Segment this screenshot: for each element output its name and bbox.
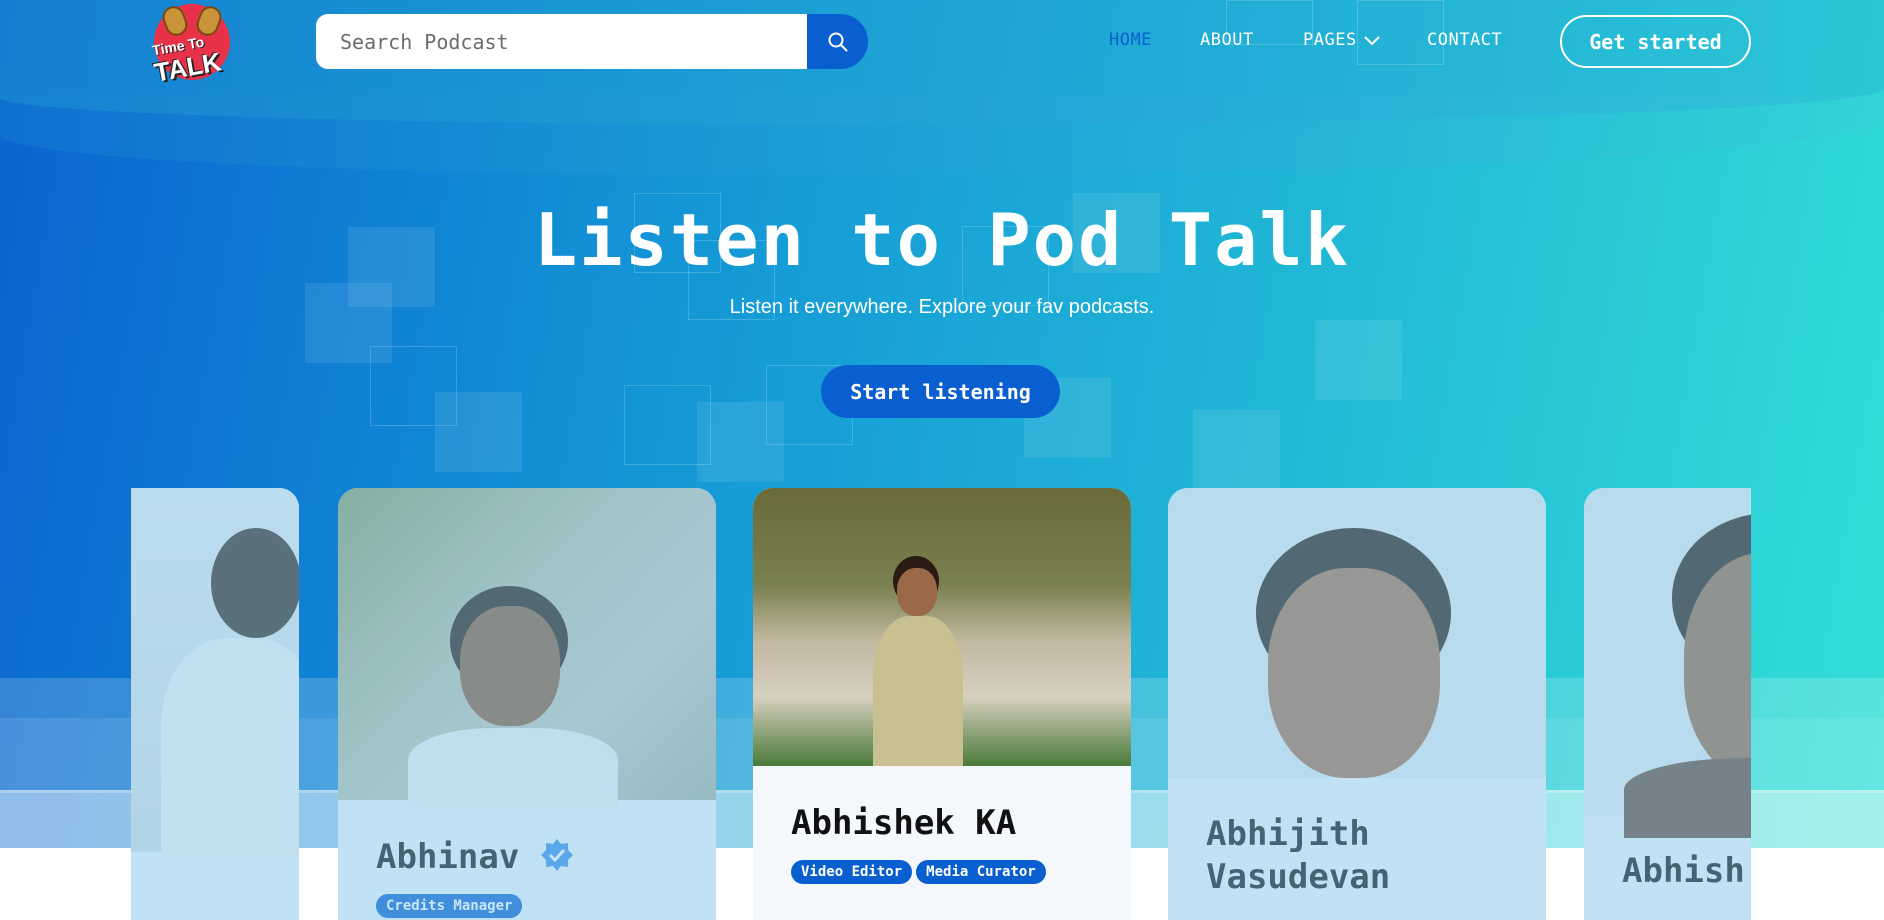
team-card[interactable]: Abhish xyxy=(1584,488,1751,920)
search-icon xyxy=(828,32,847,51)
hero-subtitle: Listen it everywhere. Explore your fav p… xyxy=(729,296,1155,318)
decor-square xyxy=(1315,320,1402,400)
nav-home[interactable]: HOME xyxy=(1109,30,1152,50)
site-header: Time To TALK HOME ABOUT PAGES CONTACT Ge… xyxy=(0,0,1884,88)
member-tag: Video Editor xyxy=(791,860,913,884)
photo-figure xyxy=(897,568,937,616)
nav-pages[interactable]: PAGES xyxy=(1303,30,1381,50)
nav-contact[interactable]: CONTACT xyxy=(1427,30,1502,50)
start-listening-button[interactable]: Start listening xyxy=(821,365,1060,418)
decor-square xyxy=(435,392,522,472)
card-overlay xyxy=(131,488,299,920)
team-card[interactable] xyxy=(131,488,299,920)
card-overlay xyxy=(338,488,716,920)
team-card[interactable]: Abhijith Vasudevan xyxy=(1168,488,1546,920)
card-overlay xyxy=(1168,488,1546,920)
chevron-down-icon xyxy=(1363,36,1380,46)
search-input[interactable] xyxy=(316,14,811,69)
decor-square xyxy=(1193,410,1280,490)
hero-title: Listen to Pod Talk xyxy=(533,198,1351,282)
photo-figure xyxy=(873,616,963,766)
team-carousel: Abhinav Credits Manager Abhishek KA Vide… xyxy=(131,488,1751,920)
header-wave-2 xyxy=(0,95,1884,175)
member-photo xyxy=(753,488,1131,766)
card-overlay xyxy=(1584,488,1751,920)
member-tags: Video Editor Media Curator xyxy=(791,860,1050,884)
nav-about[interactable]: ABOUT xyxy=(1200,30,1254,50)
site-logo[interactable]: Time To TALK xyxy=(150,0,234,88)
member-tag: Media Curator xyxy=(916,860,1046,884)
get-started-button[interactable]: Get started xyxy=(1560,15,1751,68)
team-card-active[interactable]: Abhishek KA Video Editor Media Curator xyxy=(753,488,1131,920)
team-card[interactable]: Abhinav Credits Manager xyxy=(338,488,716,920)
member-name: Abhishek KA xyxy=(791,803,1017,843)
search-bar xyxy=(316,14,868,69)
search-button[interactable] xyxy=(807,14,868,69)
nav-pages-label: PAGES xyxy=(1303,30,1357,50)
